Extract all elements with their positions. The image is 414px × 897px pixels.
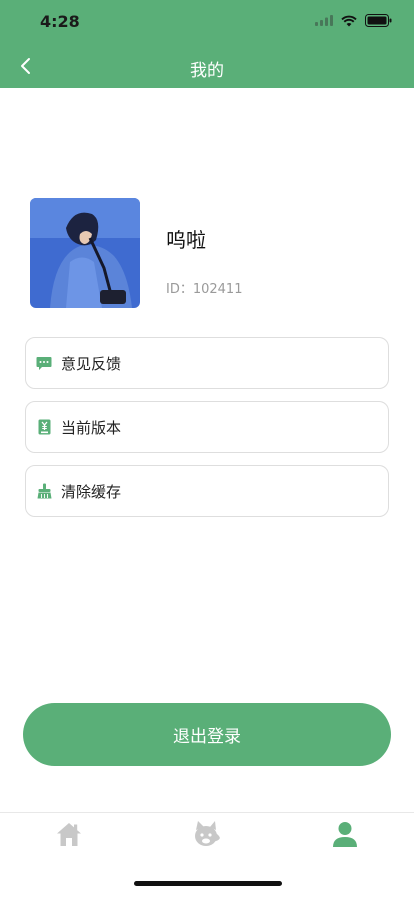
header-bar: 4:28 我的 [0,0,414,88]
menu-item-label: 当前版本 [61,418,122,437]
tab-home[interactable] [54,819,84,849]
status-time: 4:28 [40,12,80,31]
home-icon [57,823,81,846]
menu-item-feedback[interactable]: 意见反馈 [25,337,389,389]
menu-item-label: 意见反馈 [61,354,122,373]
tab-profile[interactable] [330,819,360,849]
menu-item-label: 清除缓存 [61,482,122,501]
logout-button[interactable]: 退出登录 [23,703,391,766]
user-id: ID：102411 [166,282,243,297]
signal-icon [315,15,333,26]
tab-pet[interactable] [192,819,222,849]
home-indicator [134,881,282,886]
menu-item-version[interactable]: 当前版本 [25,401,389,453]
wifi-icon [341,15,357,26]
status-icons [315,14,392,27]
avatar [30,198,140,308]
chat-icon [36,355,52,371]
menu-item-clear-cache[interactable]: 清除缓存 [25,465,389,517]
pet-icon [195,821,220,846]
username: 呜啦 [166,228,206,252]
broom-icon [36,483,52,499]
battery-icon [365,14,392,27]
person-icon [333,822,357,847]
version-icon [36,419,52,435]
page-title: 我的 [190,61,224,81]
